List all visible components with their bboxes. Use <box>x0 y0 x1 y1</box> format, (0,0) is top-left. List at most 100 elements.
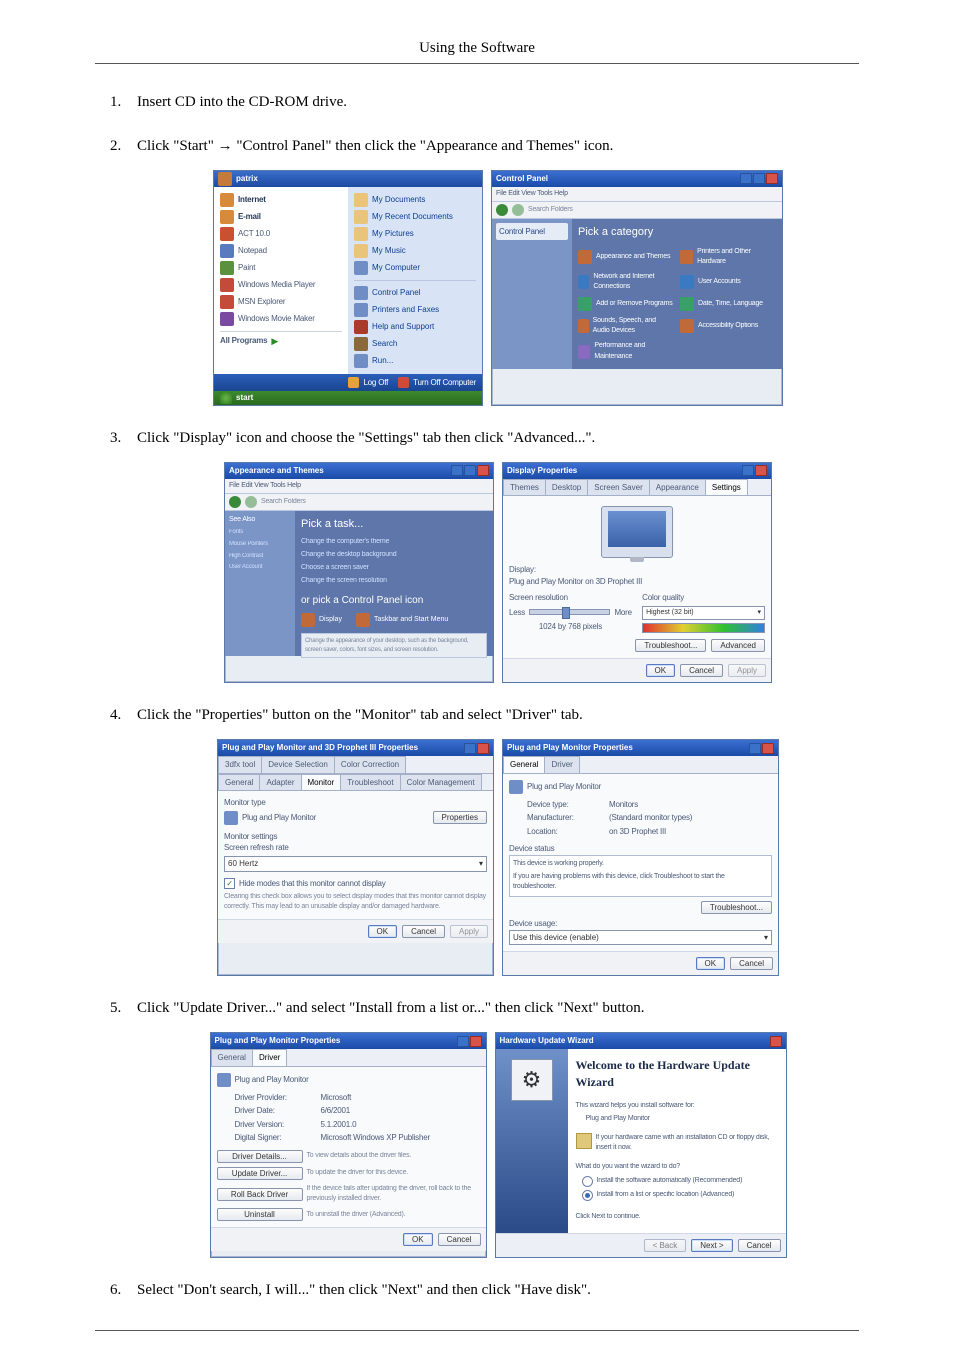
refresh-select[interactable]: 60 Hertz▾ <box>224 856 487 872</box>
forward-icon[interactable] <box>512 204 524 216</box>
tab-driver[interactable]: Driver <box>252 1049 287 1066</box>
tab-themes[interactable]: Themes <box>503 479 546 496</box>
start-item[interactable]: Notepad <box>220 244 342 258</box>
cat-link[interactable]: Network and Internet Connections <box>578 272 674 292</box>
cat-link[interactable]: Add or Remove Programs <box>578 297 674 311</box>
cat-appearance[interactable]: Appearance and Themes <box>578 247 674 267</box>
troubleshoot-button[interactable]: Troubleshoot... <box>701 901 772 914</box>
display-icon-link[interactable]: Display <box>301 613 342 627</box>
ok-button[interactable]: OK <box>646 664 676 677</box>
close-icon[interactable] <box>755 465 767 476</box>
side-link[interactable]: Fonts <box>229 528 291 537</box>
printers-link[interactable]: Printers and Faxes <box>354 303 476 317</box>
start-item[interactable]: E-mail <box>220 210 342 224</box>
search-link[interactable]: Search <box>354 337 476 351</box>
close-icon[interactable] <box>477 743 489 754</box>
cat-link[interactable]: Accessibility Options <box>680 316 776 336</box>
tab-screensaver[interactable]: Screen Saver <box>587 479 649 496</box>
music-link[interactable]: My Music <box>354 244 476 258</box>
tab-adapter[interactable]: Adapter <box>259 774 301 791</box>
hide-modes-check[interactable]: ✓Hide modes that this monitor cannot dis… <box>224 878 487 890</box>
tab-3dfx[interactable]: 3dfx tool <box>218 756 262 773</box>
cancel-button[interactable]: Cancel <box>730 957 773 970</box>
run-link[interactable]: Run... <box>354 354 476 368</box>
all-programs[interactable]: All Programs <box>220 335 267 347</box>
tab-colcorr[interactable]: Color Correction <box>334 756 406 773</box>
uninstall-button[interactable]: Uninstall <box>217 1208 303 1221</box>
max-icon[interactable] <box>464 465 476 476</box>
close-icon[interactable] <box>770 1036 782 1047</box>
start-item[interactable]: Windows Movie Maker <box>220 312 342 326</box>
close-icon[interactable] <box>470 1036 482 1047</box>
quality-select[interactable]: Highest (32 bit)▾ <box>642 606 765 620</box>
mycomputer-link[interactable]: My Computer <box>354 261 476 275</box>
cat-link[interactable]: User Accounts <box>680 272 776 292</box>
start-button[interactable]: start <box>214 391 482 405</box>
min-icon[interactable] <box>451 465 463 476</box>
tab-general[interactable]: General <box>211 1049 253 1066</box>
cat-link[interactable]: Sounds, Speech, and Audio Devices <box>578 316 674 336</box>
task-link[interactable]: Choose a screen saver <box>301 563 487 573</box>
opt-auto[interactable]: Install the software automatically (Reco… <box>582 1176 778 1187</box>
start-item[interactable]: Internet <box>220 193 342 207</box>
ok-button[interactable]: OK <box>696 957 726 970</box>
taskbar-icon-link[interactable]: Taskbar and Start Menu <box>356 613 448 627</box>
update-driver-button[interactable]: Update Driver... <box>217 1167 303 1180</box>
tab-appearance[interactable]: Appearance <box>649 479 706 496</box>
driver-details-button[interactable]: Driver Details... <box>217 1150 303 1163</box>
apply-button[interactable]: Apply <box>728 664 766 677</box>
cancel-button[interactable]: Cancel <box>738 1239 781 1252</box>
tab-settings[interactable]: Settings <box>705 479 748 496</box>
close-icon[interactable] <box>766 173 778 184</box>
cat-link[interactable]: Performance and Maintenance <box>578 341 674 361</box>
logoff-button[interactable]: Log Off <box>348 377 388 389</box>
cat-link[interactable]: Date, Time, Language <box>680 297 776 311</box>
tab-driver[interactable]: Driver <box>544 756 579 773</box>
cancel-button[interactable]: Cancel <box>680 664 723 677</box>
opt-list[interactable]: Install from a list or specific location… <box>582 1190 778 1201</box>
task-link[interactable]: Change the desktop background <box>301 550 487 560</box>
tab-general[interactable]: General <box>503 756 545 773</box>
help-link[interactable]: Help and Support <box>354 320 476 334</box>
shutdown-button[interactable]: Turn Off Computer <box>398 377 476 389</box>
start-item[interactable]: MSN Explorer <box>220 295 342 309</box>
tab-desktop[interactable]: Desktop <box>545 479 588 496</box>
back-icon[interactable] <box>229 496 241 508</box>
close-icon[interactable] <box>477 465 489 476</box>
rollback-button[interactable]: Roll Back Driver <box>217 1188 303 1201</box>
ok-button[interactable]: OK <box>403 1233 433 1246</box>
tab-devsel[interactable]: Device Selection <box>261 756 335 773</box>
apply-button[interactable]: Apply <box>450 925 488 938</box>
pictures-link[interactable]: My Pictures <box>354 227 476 241</box>
side-link[interactable]: High Contrast <box>229 552 291 561</box>
tab-general[interactable]: General <box>218 774 260 791</box>
slider-thumb[interactable] <box>562 607 570 619</box>
task-link[interactable]: Change the computer's theme <box>301 537 487 547</box>
help-icon[interactable] <box>457 1036 469 1047</box>
mydocs-link[interactable]: My Documents <box>354 193 476 207</box>
back-button[interactable]: < Back <box>644 1239 687 1252</box>
advanced-button[interactable]: Advanced <box>711 639 765 652</box>
troubleshoot-button[interactable]: Troubleshoot... <box>635 639 706 652</box>
side-link[interactable]: User Account <box>229 563 291 572</box>
start-item[interactable]: ACT 10.0 <box>220 227 342 241</box>
recent-link[interactable]: My Recent Documents <box>354 210 476 224</box>
cancel-button[interactable]: Cancel <box>438 1233 481 1246</box>
max-icon[interactable] <box>753 173 765 184</box>
back-icon[interactable] <box>496 204 508 216</box>
min-icon[interactable] <box>740 173 752 184</box>
help-icon[interactable] <box>464 743 476 754</box>
tab-colormgmt[interactable]: Color Management <box>400 774 482 791</box>
tab-monitor[interactable]: Monitor <box>301 774 342 791</box>
start-item[interactable]: Windows Media Player <box>220 278 342 292</box>
cancel-button[interactable]: Cancel <box>402 925 445 938</box>
properties-button[interactable]: Properties <box>433 811 487 824</box>
cat-link[interactable]: Printers and Other Hardware <box>680 247 776 267</box>
next-button[interactable]: Next > <box>691 1239 732 1252</box>
help-icon[interactable] <box>742 465 754 476</box>
res-slider[interactable] <box>529 609 610 615</box>
tab-troubleshoot[interactable]: Troubleshoot <box>340 774 400 791</box>
close-icon[interactable] <box>762 743 774 754</box>
help-icon[interactable] <box>749 743 761 754</box>
ok-button[interactable]: OK <box>368 925 398 938</box>
